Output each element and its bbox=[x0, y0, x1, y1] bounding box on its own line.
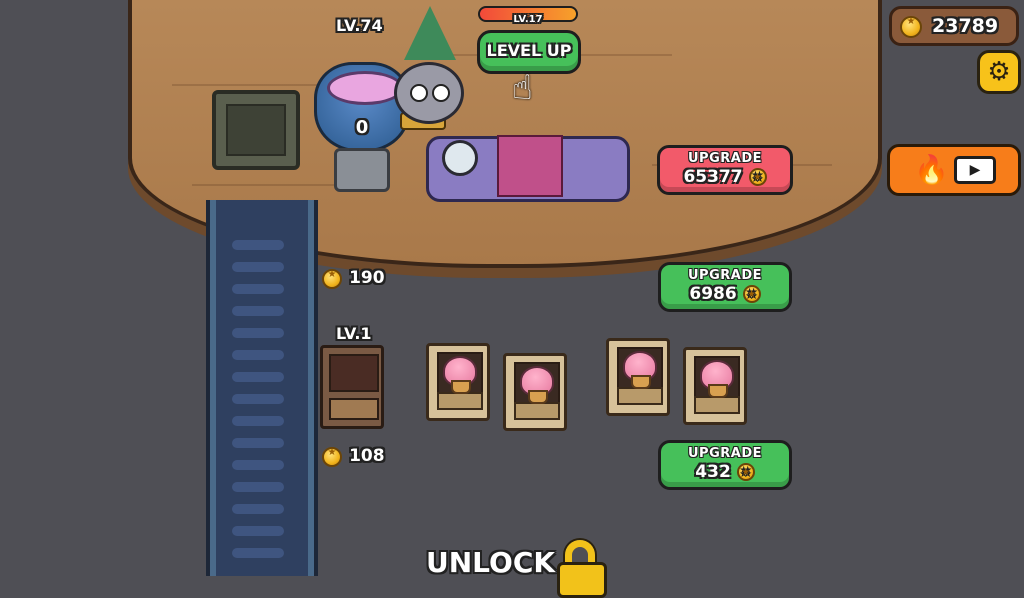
coin-icon bbox=[322, 268, 342, 289]
potion-flask bbox=[442, 140, 478, 176]
gear-icon: ⚙ bbox=[987, 57, 1011, 87]
hand-pointer-icon: ☝ bbox=[512, 68, 533, 108]
conveyor-belt bbox=[206, 200, 318, 576]
video-icon: ▶ bbox=[954, 156, 996, 184]
conveyor-reward-top: 190 bbox=[322, 268, 385, 289]
muffin-station[interactable] bbox=[683, 347, 747, 425]
upgrade-cost: 6986 bbox=[689, 284, 737, 304]
muffin-station[interactable] bbox=[503, 353, 567, 431]
coin-icon bbox=[748, 168, 767, 188]
muffin-icon bbox=[623, 351, 657, 389]
coin-icon bbox=[322, 446, 342, 467]
settings-button[interactable]: ⚙ bbox=[977, 50, 1021, 94]
coin-icon bbox=[736, 463, 755, 483]
reward-value: 108 bbox=[349, 446, 385, 466]
coin-counter: 23789 bbox=[889, 6, 1019, 46]
chef-level-label: LV.17 bbox=[513, 14, 543, 25]
muffin-icon bbox=[443, 356, 477, 394]
unlock-label[interactable]: UNLOCK bbox=[426, 546, 555, 579]
muffin-icon bbox=[520, 366, 554, 404]
oven-level-label: LV.1 bbox=[336, 324, 372, 343]
cauldron-stand bbox=[334, 148, 390, 192]
upgrade-label: UPGRADE bbox=[688, 151, 762, 166]
cauldron-level-label: LV.74 bbox=[336, 16, 383, 35]
coin-icon bbox=[742, 285, 761, 305]
oven[interactable] bbox=[320, 345, 384, 429]
lock-icon[interactable] bbox=[555, 540, 611, 598]
stone-trapdoor[interactable] bbox=[212, 90, 300, 170]
coin-icon bbox=[900, 16, 922, 38]
upgrade-button-oven[interactable]: UPGRADE 432 bbox=[658, 440, 792, 490]
boost-video-button[interactable]: 🔥 ▶ bbox=[887, 144, 1021, 196]
upgrade-cost: 65377 bbox=[683, 167, 743, 187]
muffin-station[interactable] bbox=[426, 343, 490, 421]
upgrade-cost: 432 bbox=[695, 462, 731, 482]
muffin-station[interactable] bbox=[606, 338, 670, 416]
upgrade-button-conveyor[interactable]: UPGRADE 6986 bbox=[658, 262, 792, 312]
upgrade-button-chef[interactable]: UPGRADE 65377 bbox=[657, 145, 793, 195]
upgrade-label: UPGRADE bbox=[688, 446, 762, 461]
coin-count: 23789 bbox=[932, 15, 999, 37]
fire-icon: 🔥 bbox=[914, 153, 949, 186]
chef-level-bar: LV.17 bbox=[478, 6, 578, 25]
conveyor-reward-bottom: 108 bbox=[322, 446, 385, 467]
upgrade-label: UPGRADE bbox=[688, 268, 762, 283]
wizard-hat bbox=[404, 6, 456, 60]
reward-value: 190 bbox=[349, 268, 385, 288]
muffin-icon bbox=[700, 360, 734, 398]
level-up-label: LEVEL UP bbox=[486, 41, 572, 60]
